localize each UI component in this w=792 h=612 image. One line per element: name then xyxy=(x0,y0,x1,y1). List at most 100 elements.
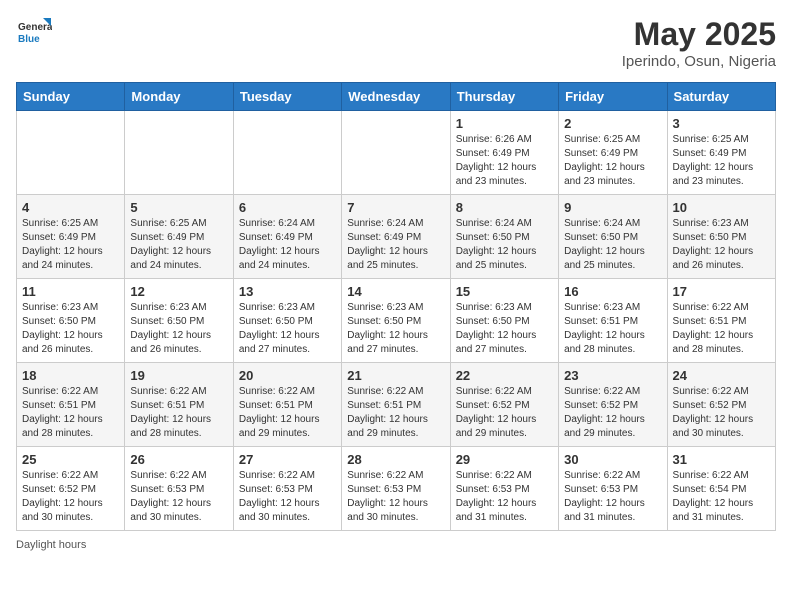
header-cell-saturday: Saturday xyxy=(667,83,775,111)
day-info: Sunrise: 6:22 AM Sunset: 6:52 PM Dayligh… xyxy=(673,385,770,441)
day-cell: 5 Sunrise: 6:25 AM Sunset: 6:49 PM Daylig… xyxy=(125,195,233,279)
header-row: SundayMondayTuesdayWednesdayThursdayFrid… xyxy=(17,83,776,111)
day-info: Sunrise: 6:22 AM Sunset: 6:51 PM Dayligh… xyxy=(22,385,119,441)
day-cell: 21 Sunrise: 6:22 AM Sunset: 6:51 PM Dayli… xyxy=(342,363,450,447)
day-cell: 27 Sunrise: 6:22 AM Sunset: 6:53 PM Dayli… xyxy=(233,447,341,531)
day-cell: 28Sunrise: 6:22 AM Sunset: 6:53 PM Dayli… xyxy=(342,447,450,531)
day-cell: 29Sunrise: 6:22 AM Sunset: 6:53 PM Dayli… xyxy=(450,447,558,531)
day-cell: 30 Sunrise: 6:22 AM Sunset: 6:53 PM Dayli… xyxy=(559,447,667,531)
day-cell: 19 Sunrise: 6:22 AM Sunset: 6:51 PM Dayli… xyxy=(125,363,233,447)
day-info: Sunrise: 6:24 AM Sunset: 6:50 PM Dayligh… xyxy=(564,217,661,273)
day-info: Sunrise: 6:22 AM Sunset: 6:51 PM Dayligh… xyxy=(673,301,770,357)
week-row-3: 18 Sunrise: 6:22 AM Sunset: 6:51 PM Dayli… xyxy=(17,363,776,447)
day-number: 12 xyxy=(130,284,227,299)
day-number: 24 xyxy=(673,368,770,383)
day-cell: 15Sunrise: 6:23 AM Sunset: 6:50 PM Dayli… xyxy=(450,279,558,363)
day-number: 18 xyxy=(22,368,119,383)
header-cell-monday: Monday xyxy=(125,83,233,111)
header: General Blue May 2025 Iperindo, Osun, Ni… xyxy=(16,16,776,70)
day-info: Sunrise: 6:23 AM Sunset: 6:50 PM Dayligh… xyxy=(22,301,119,357)
header-cell-tuesday: Tuesday xyxy=(233,83,341,111)
day-info: Sunrise: 6:25 AM Sunset: 6:49 PM Dayligh… xyxy=(673,133,770,189)
day-info: Sunrise: 6:22 AM Sunset: 6:51 PM Dayligh… xyxy=(347,385,444,441)
day-cell: 2Sunrise: 6:25 AM Sunset: 6:49 PM Daylig… xyxy=(559,111,667,195)
location-title: Iperindo, Osun, Nigeria xyxy=(622,53,776,70)
day-info: Sunrise: 6:22 AM Sunset: 6:53 PM Dayligh… xyxy=(564,469,661,525)
svg-text:General: General xyxy=(18,22,52,33)
logo-svg: General Blue xyxy=(16,16,52,52)
day-number: 13 xyxy=(239,284,336,299)
day-info: Sunrise: 6:22 AM Sunset: 6:53 PM Dayligh… xyxy=(130,469,227,525)
day-number: 23 xyxy=(564,368,661,383)
day-info: Sunrise: 6:23 AM Sunset: 6:51 PM Dayligh… xyxy=(564,301,661,357)
day-number: 1 xyxy=(456,116,553,131)
day-number: 30 xyxy=(564,452,661,467)
day-info: Sunrise: 6:25 AM Sunset: 6:49 PM Dayligh… xyxy=(22,217,119,273)
day-cell: 9 Sunrise: 6:24 AM Sunset: 6:50 PM Daylig… xyxy=(559,195,667,279)
day-number: 26 xyxy=(130,452,227,467)
svg-text:Blue: Blue xyxy=(18,34,40,45)
day-cell: 10 Sunrise: 6:23 AM Sunset: 6:50 PM Dayli… xyxy=(667,195,775,279)
week-row-1: 4 Sunrise: 6:25 AM Sunset: 6:49 PM Daylig… xyxy=(17,195,776,279)
day-info: Sunrise: 6:24 AM Sunset: 6:49 PM Dayligh… xyxy=(347,217,444,273)
title-area: May 2025 Iperindo, Osun, Nigeria xyxy=(622,16,776,70)
day-info: Sunrise: 6:22 AM Sunset: 6:53 PM Dayligh… xyxy=(239,469,336,525)
day-info: Sunrise: 6:22 AM Sunset: 6:52 PM Dayligh… xyxy=(456,385,553,441)
day-number: 31 xyxy=(673,452,770,467)
header-cell-thursday: Thursday xyxy=(450,83,558,111)
day-info: Sunrise: 6:24 AM Sunset: 6:50 PM Dayligh… xyxy=(456,217,553,273)
week-row-0: 1 Sunrise: 6:26 AM Sunset: 6:49 PM Daylig… xyxy=(17,111,776,195)
footer-note: Daylight hours xyxy=(16,539,776,551)
day-cell: 16 Sunrise: 6:23 AM Sunset: 6:51 PM Dayli… xyxy=(559,279,667,363)
day-cell xyxy=(342,111,450,195)
day-cell xyxy=(125,111,233,195)
day-number: 21 xyxy=(347,368,444,383)
day-cell xyxy=(233,111,341,195)
day-cell: 8Sunrise: 6:24 AM Sunset: 6:50 PM Daylig… xyxy=(450,195,558,279)
day-number: 10 xyxy=(673,200,770,215)
day-info: Sunrise: 6:24 AM Sunset: 6:49 PM Dayligh… xyxy=(239,217,336,273)
day-number: 9 xyxy=(564,200,661,215)
day-info: Sunrise: 6:26 AM Sunset: 6:49 PM Dayligh… xyxy=(456,133,553,189)
day-info: Sunrise: 6:23 AM Sunset: 6:50 PM Dayligh… xyxy=(130,301,227,357)
day-info: Sunrise: 6:23 AM Sunset: 6:50 PM Dayligh… xyxy=(456,301,553,357)
day-number: 4 xyxy=(22,200,119,215)
day-info: Sunrise: 6:25 AM Sunset: 6:49 PM Dayligh… xyxy=(130,217,227,273)
day-cell: 12 Sunrise: 6:23 AM Sunset: 6:50 PM Dayli… xyxy=(125,279,233,363)
day-cell: 3Sunrise: 6:25 AM Sunset: 6:49 PM Daylig… xyxy=(667,111,775,195)
day-number: 14 xyxy=(347,284,444,299)
day-info: Sunrise: 6:23 AM Sunset: 6:50 PM Dayligh… xyxy=(239,301,336,357)
header-cell-friday: Friday xyxy=(559,83,667,111)
day-cell xyxy=(17,111,125,195)
day-info: Sunrise: 6:22 AM Sunset: 6:52 PM Dayligh… xyxy=(22,469,119,525)
day-number: 6 xyxy=(239,200,336,215)
day-cell: 22Sunrise: 6:22 AM Sunset: 6:52 PM Dayli… xyxy=(450,363,558,447)
day-cell: 31 Sunrise: 6:22 AM Sunset: 6:54 PM Dayli… xyxy=(667,447,775,531)
day-number: 11 xyxy=(22,284,119,299)
month-title: May 2025 xyxy=(622,16,776,53)
day-cell: 17 Sunrise: 6:22 AM Sunset: 6:51 PM Dayli… xyxy=(667,279,775,363)
day-number: 16 xyxy=(564,284,661,299)
day-cell: 24 Sunrise: 6:22 AM Sunset: 6:52 PM Dayli… xyxy=(667,363,775,447)
day-info: Sunrise: 6:22 AM Sunset: 6:52 PM Dayligh… xyxy=(564,385,661,441)
day-cell: 25 Sunrise: 6:22 AM Sunset: 6:52 PM Dayli… xyxy=(17,447,125,531)
day-number: 27 xyxy=(239,452,336,467)
day-info: Sunrise: 6:23 AM Sunset: 6:50 PM Dayligh… xyxy=(673,217,770,273)
logo: General Blue xyxy=(16,16,52,52)
day-number: 5 xyxy=(130,200,227,215)
day-cell: 20Sunrise: 6:22 AM Sunset: 6:51 PM Dayli… xyxy=(233,363,341,447)
day-info: Sunrise: 6:22 AM Sunset: 6:54 PM Dayligh… xyxy=(673,469,770,525)
day-cell: 7 Sunrise: 6:24 AM Sunset: 6:49 PM Daylig… xyxy=(342,195,450,279)
day-info: Sunrise: 6:22 AM Sunset: 6:51 PM Dayligh… xyxy=(130,385,227,441)
header-cell-wednesday: Wednesday xyxy=(342,83,450,111)
day-info: Sunrise: 6:23 AM Sunset: 6:50 PM Dayligh… xyxy=(347,301,444,357)
day-number: 17 xyxy=(673,284,770,299)
day-info: Sunrise: 6:22 AM Sunset: 6:51 PM Dayligh… xyxy=(239,385,336,441)
day-number: 7 xyxy=(347,200,444,215)
day-number: 25 xyxy=(22,452,119,467)
day-info: Sunrise: 6:25 AM Sunset: 6:49 PM Dayligh… xyxy=(564,133,661,189)
day-number: 29 xyxy=(456,452,553,467)
day-number: 19 xyxy=(130,368,227,383)
day-cell: 26 Sunrise: 6:22 AM Sunset: 6:53 PM Dayli… xyxy=(125,447,233,531)
week-row-4: 25 Sunrise: 6:22 AM Sunset: 6:52 PM Dayli… xyxy=(17,447,776,531)
